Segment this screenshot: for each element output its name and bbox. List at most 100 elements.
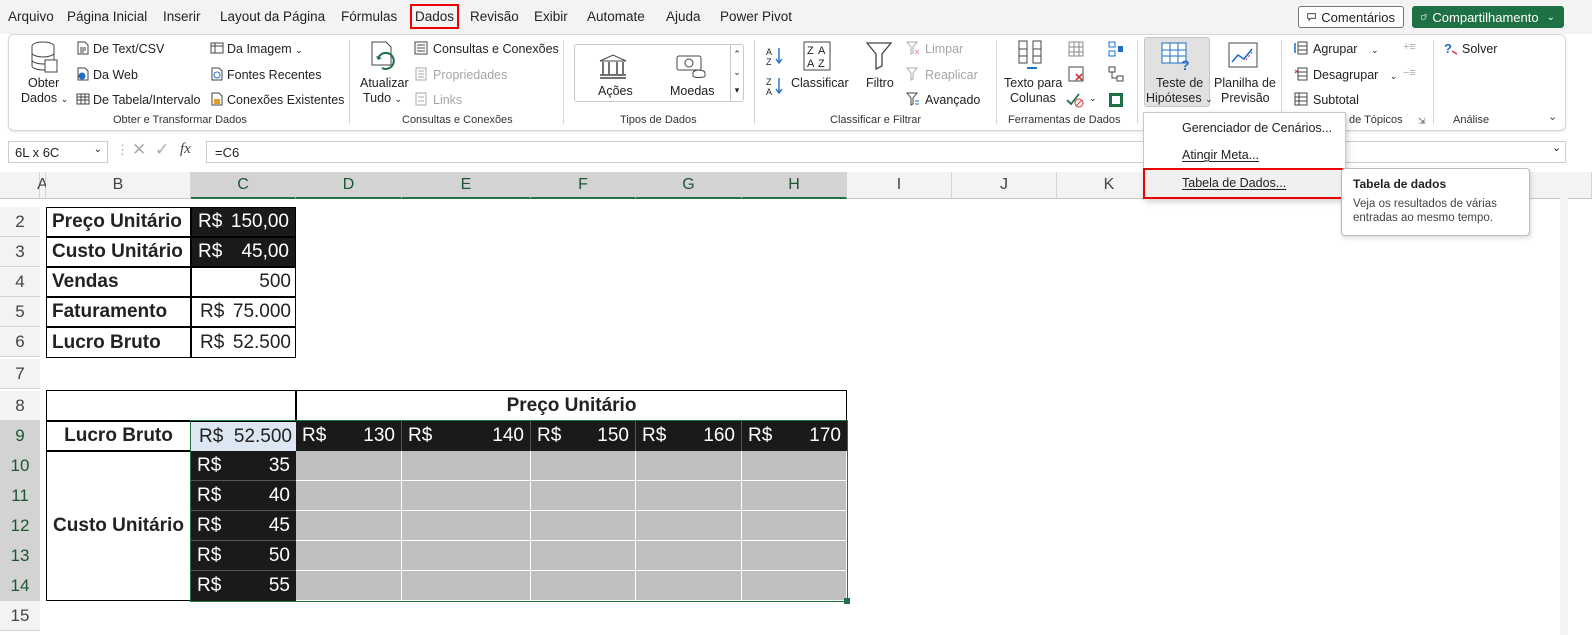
- from-web-button[interactable]: Da Web: [93, 68, 138, 82]
- formula-input[interactable]: =C6: [206, 141, 1566, 163]
- dialog-launcher-icon[interactable]: ⇲: [1418, 116, 1426, 127]
- cell-c5[interactable]: R$ 75.000: [191, 297, 296, 327]
- cell-b9[interactable]: Lucro Bruto: [46, 421, 191, 451]
- filter-button[interactable]: Filtro: [866, 76, 894, 90]
- refresh-all-label2[interactable]: Tudo ⌄: [363, 91, 402, 106]
- show-detail-icon[interactable]: +≡: [1403, 41, 1416, 53]
- tab-dados[interactable]: Dados: [409, 4, 460, 29]
- col-header-j[interactable]: J: [952, 172, 1057, 199]
- fill-handle[interactable]: [844, 598, 850, 604]
- row-header-7[interactable]: 7: [0, 359, 40, 389]
- tab-power-pivot[interactable]: Power Pivot: [720, 9, 792, 24]
- data-table-result-cell[interactable]: [402, 541, 531, 571]
- data-table-result-cell[interactable]: [296, 571, 402, 601]
- row-header-2[interactable]: 2: [0, 207, 40, 237]
- cell-data-table-header[interactable]: Preço Unitário: [296, 390, 847, 421]
- gallery-expand-icon[interactable]: ▾: [731, 81, 743, 99]
- tab-layout-da-pagina[interactable]: Layout da Página: [220, 9, 325, 24]
- collapse-ribbon-icon[interactable]: ⌄: [1548, 110, 1557, 123]
- vertical-scrollbar[interactable]: [1560, 172, 1568, 635]
- data-table-result-cell[interactable]: [402, 571, 531, 601]
- tab-revisao[interactable]: Revisão: [470, 9, 519, 24]
- insert-function-icon[interactable]: fx: [180, 141, 191, 158]
- tab-exibir[interactable]: Exibir: [534, 9, 568, 24]
- cell-d9[interactable]: R$ 130: [296, 421, 402, 451]
- row-header-12[interactable]: 12: [0, 511, 40, 541]
- data-table-result-cell[interactable]: [531, 571, 636, 601]
- chevron-down-icon[interactable]: ⌄: [1089, 93, 1097, 104]
- cell-f9[interactable]: R$ 150: [531, 421, 636, 451]
- hide-detail-icon[interactable]: −≡: [1403, 67, 1416, 79]
- forecast-sheet-label2[interactable]: Previsão: [1221, 91, 1270, 105]
- solver-button[interactable]: Solver: [1462, 42, 1497, 56]
- data-table-result-cell[interactable]: [296, 481, 402, 511]
- group-button[interactable]: Agrupar ⌄: [1313, 42, 1379, 57]
- data-table-result-cell[interactable]: [636, 451, 742, 481]
- cell-e9[interactable]: R$ 140: [402, 421, 531, 451]
- cell-c9[interactable]: R$ 52.500: [191, 421, 296, 451]
- cell-c13[interactable]: R$ 50: [191, 541, 296, 571]
- expand-formula-bar-icon[interactable]: ⌄: [1552, 141, 1561, 154]
- row-header-15[interactable]: 15: [0, 601, 40, 631]
- row-header-3[interactable]: 3: [0, 237, 40, 267]
- data-table-result-cell[interactable]: [531, 511, 636, 541]
- tab-ajuda[interactable]: Ajuda: [666, 9, 701, 24]
- data-table-result-cell[interactable]: [531, 481, 636, 511]
- cell-b3[interactable]: Custo Unitário: [46, 237, 191, 267]
- select-all-corner[interactable]: [0, 172, 40, 199]
- chevron-up-icon[interactable]: ⌃: [731, 45, 743, 63]
- row-header-4[interactable]: 4: [0, 267, 40, 297]
- data-table-result-cell[interactable]: [402, 481, 531, 511]
- row-header-6[interactable]: 6: [0, 327, 40, 357]
- from-image-button[interactable]: Da Imagem ⌄: [227, 42, 303, 57]
- data-table-result-cell[interactable]: [296, 541, 402, 571]
- tab-arquivo[interactable]: Arquivo: [8, 9, 54, 24]
- cancel-icon[interactable]: ✕: [132, 140, 146, 160]
- tab-formulas[interactable]: Fórmulas: [341, 9, 397, 24]
- col-header-i[interactable]: I: [847, 172, 952, 199]
- name-box[interactable]: 6L x 6C ⌄: [8, 141, 108, 163]
- advanced-button[interactable]: Avançado: [925, 93, 980, 107]
- cell-b5[interactable]: Faturamento: [46, 297, 191, 327]
- tab-pagina-inicial[interactable]: Página Inicial: [67, 9, 147, 24]
- chevron-down-icon[interactable]: ⌄: [94, 144, 102, 155]
- col-header-d[interactable]: D: [296, 172, 402, 199]
- cell-b2[interactable]: Preço Unitário: [46, 207, 191, 237]
- refresh-all-button[interactable]: Atualizar: [360, 76, 409, 90]
- cell-b6[interactable]: Lucro Bruto: [46, 327, 191, 358]
- col-header-g[interactable]: G: [636, 172, 742, 199]
- row-header-8[interactable]: 8: [0, 391, 40, 421]
- sort-button[interactable]: Classificar: [791, 76, 849, 90]
- row-header-5[interactable]: 5: [0, 297, 40, 327]
- clear-button[interactable]: Limpar: [925, 42, 963, 56]
- data-table-result-cell[interactable]: [296, 511, 402, 541]
- data-table-result-cell[interactable]: [636, 541, 742, 571]
- properties-button[interactable]: Propriedades: [433, 68, 507, 82]
- tab-inserir[interactable]: Inserir: [163, 9, 201, 24]
- data-table-result-cell[interactable]: [742, 511, 847, 541]
- cell-b10-b14[interactable]: Custo Unitário: [46, 451, 191, 601]
- comments-button[interactable]: Comentários: [1298, 6, 1404, 28]
- cell-c12[interactable]: R$ 45: [191, 511, 296, 541]
- col-header-e[interactable]: E: [402, 172, 531, 199]
- row-header-14[interactable]: 14: [0, 571, 40, 601]
- cell-c4[interactable]: 500: [191, 267, 296, 297]
- col-header-f[interactable]: F: [531, 172, 636, 199]
- cell-c2[interactable]: R$ 150,00: [191, 207, 296, 237]
- ungroup-button[interactable]: Desagrupar ⌄: [1313, 68, 1397, 83]
- data-table-result-cell[interactable]: [636, 481, 742, 511]
- menu-item-data-table[interactable]: Tabela de Dados...: [1143, 168, 1346, 199]
- more-options-icon[interactable]: ⋮: [116, 142, 129, 158]
- data-table-result-cell[interactable]: [742, 571, 847, 601]
- data-table-result-cell[interactable]: [742, 541, 847, 571]
- get-data-button[interactable]: Obter: [28, 76, 59, 90]
- from-text-csv-button[interactable]: De Text/CSV: [93, 42, 164, 56]
- from-table-button[interactable]: De Tabela/Intervalo: [93, 93, 200, 107]
- cell-g9[interactable]: R$ 160: [636, 421, 742, 451]
- data-table-result-cell[interactable]: [531, 451, 636, 481]
- data-table-result-cell[interactable]: [531, 541, 636, 571]
- menu-item-scenario-manager[interactable]: Gerenciador de Cenários...: [1182, 121, 1332, 135]
- data-table-result-cell[interactable]: [402, 511, 531, 541]
- data-table-result-cell[interactable]: [296, 451, 402, 481]
- data-table-result-cell[interactable]: [402, 451, 531, 481]
